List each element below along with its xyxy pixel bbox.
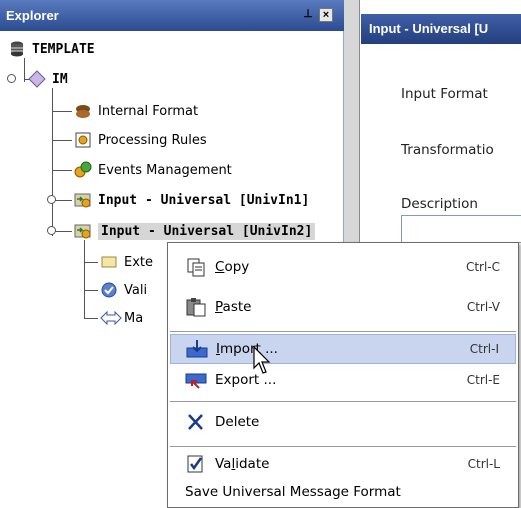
paste-icon [185,297,207,317]
tree-line [52,170,72,171]
input-universal-icon [74,222,92,240]
tree-item-validation[interactable]: Vali [100,279,147,301]
transformation-label: Transformatio [401,142,494,158]
menu-item-delete[interactable]: Delete [170,404,516,440]
menu-shortcut: Ctrl-L [467,457,500,471]
input-universal-icon [74,191,92,209]
menu-shortcut: Ctrl-E [466,373,500,387]
tree-label: TEMPLATE [32,41,95,57]
copy-icon [185,257,207,277]
external-format-icon [100,253,118,271]
tree-item-template[interactable]: TEMPLATE [8,38,95,60]
internal-format-icon [74,102,92,120]
description-label: Description [401,196,478,212]
menu-item-save-universal-message-format[interactable]: Save Universal Message Format [170,479,516,505]
menu-label: Copy [215,259,250,275]
pin-icon[interactable]: ⊥ [301,8,315,22]
menu-item-import[interactable]: Import ... Ctrl-I [170,334,516,364]
tree-item-input-univin1[interactable]: Input - Universal [UnivIn1] [74,189,309,211]
tree-item-mapping[interactable]: Ma [100,307,143,329]
menu-shortcut: Ctrl-I [469,342,499,356]
explorer-header: Explorer ⊥ × [0,0,344,31]
tree-label: Input - Universal [UnivIn1] [98,192,310,208]
tree-label: Vali [124,282,148,298]
menu-item-export[interactable]: Export ... Ctrl-E [170,364,516,396]
validate-icon [185,454,207,474]
import-icon [186,339,208,359]
expand-handle[interactable] [7,74,16,83]
validation-icon [100,281,118,299]
tree-label: Processing Rules [98,132,207,148]
tree-line [84,290,98,291]
tree-line [52,140,72,141]
tree-label: IM [52,71,68,87]
menu-shortcut: Ctrl-V [466,300,500,314]
tree-item-events-management[interactable]: Events Management [74,159,232,181]
tree-line [84,240,85,318]
tree-label: Events Management [98,162,232,178]
tree-line [84,262,98,263]
menu-item-paste[interactable]: Paste Ctrl-V [170,287,516,327]
menu-label: Validate [215,456,270,472]
events-management-icon [74,161,92,179]
expand-handle[interactable] [47,195,56,204]
input-format-label: Input Format [401,86,488,102]
context-menu: Copy Ctrl-C Paste Ctrl-V Import ... Ctrl… [167,242,519,508]
tree-label: Ma [124,310,144,326]
menu-item-copy[interactable]: Copy Ctrl-C [170,247,516,287]
menu-shortcut: Ctrl-C [465,260,500,274]
menu-separator [170,331,516,332]
tree-item-input-univin2[interactable]: Input - Universal [UnivIn2] [74,220,316,242]
mouse-cursor-icon [253,346,271,374]
processing-rules-icon [74,131,92,149]
mapping-icon [100,309,122,327]
tree-line [52,111,72,112]
tree-item-im[interactable]: IM [28,68,68,90]
tree-label: Exte [124,254,154,270]
menu-item-validate[interactable]: Validate Ctrl-L [170,449,516,479]
tree-item-processing-rules[interactable]: Processing Rules [74,129,207,151]
tree-label: Internal Format [98,103,199,119]
description-field[interactable] [401,215,521,243]
explorer-title: Explorer [6,8,59,23]
export-icon [185,370,207,390]
tree-label: Input - Universal [UnivIn2] [98,222,316,240]
menu-separator [170,401,516,402]
tree-item-external[interactable]: Exte [100,251,153,273]
menu-label: Delete [215,414,260,430]
menu-separator [170,446,516,447]
delete-icon [185,412,207,432]
expand-handle[interactable] [47,226,56,235]
editor-tab-title[interactable]: Input - Universal [U [361,14,521,44]
database-icon [8,40,26,58]
diamond-icon [28,70,46,88]
tree-item-internal-format[interactable]: Internal Format [74,100,198,122]
menu-label: Paste [215,299,252,315]
close-icon[interactable]: × [319,8,333,22]
tree-line [84,318,98,319]
menu-label: Save Universal Message Format [185,484,401,500]
